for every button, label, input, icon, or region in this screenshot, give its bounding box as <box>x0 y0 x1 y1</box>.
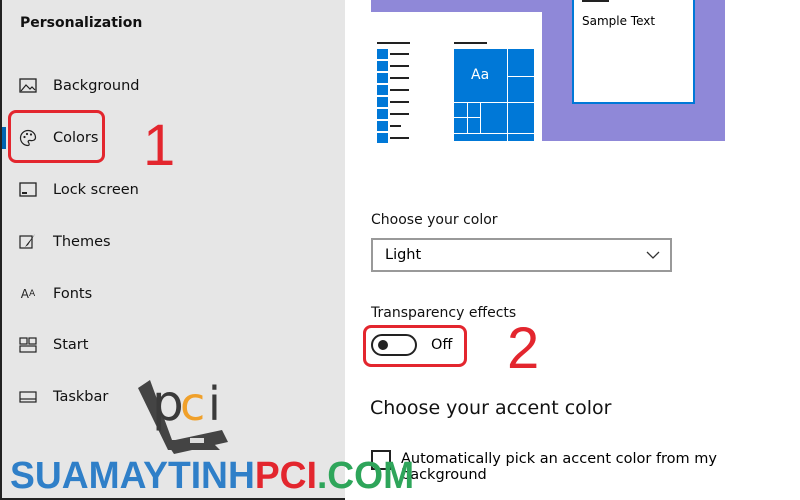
highlight-colors <box>8 110 105 163</box>
transparency-label: Transparency effects <box>371 305 517 321</box>
preview-list-line <box>390 101 409 103</box>
sidebar-item-label: Taskbar <box>53 389 109 405</box>
sidebar-item-fonts[interactable]: AA Fonts <box>2 274 347 314</box>
sidebar-item-start[interactable]: Start <box>2 325 347 365</box>
preview-list-line <box>390 65 409 67</box>
preview-list-line <box>390 77 409 79</box>
sidebar-item-label: Fonts <box>53 286 93 302</box>
watermark-part: .COM <box>316 455 415 497</box>
dropdown-value: Light <box>385 247 422 263</box>
preview-list-tile <box>377 49 388 59</box>
preview-list-tile <box>377 133 388 143</box>
start-icon <box>19 336 37 354</box>
watermark: SUAMAYTINHPCI.COM <box>10 455 414 498</box>
svg-text:i: i <box>208 377 221 431</box>
picture-icon <box>19 77 37 95</box>
sidebar-title: Personalization <box>20 15 143 31</box>
lock-screen-icon <box>19 181 37 199</box>
preview-list-tile <box>377 73 388 83</box>
watermark-part: SUAMAYTINH <box>10 455 255 497</box>
step-number-1: 1 <box>143 113 176 178</box>
sidebar-item-background[interactable]: Background <box>2 66 347 106</box>
preview-list-line <box>390 125 401 127</box>
sidebar-item-themes[interactable]: Themes <box>2 222 347 262</box>
brush-icon <box>19 233 37 251</box>
preview-list-line <box>390 137 409 139</box>
preview-list-tile <box>377 109 388 119</box>
auto-pick-label: Automatically pick an accent color from … <box>401 451 717 483</box>
sidebar-item-label: Themes <box>53 234 111 250</box>
sidebar-item-label: Start <box>53 337 89 353</box>
sidebar-item-label: Background <box>53 78 140 94</box>
tile-text: Aa <box>471 67 490 83</box>
preview-list-tile <box>377 85 388 95</box>
pci-logo: p c i <box>130 370 230 459</box>
watermark-part: PCI <box>254 455 317 497</box>
preview-window: Sample Text <box>572 0 695 104</box>
sidebar: Personalization Background Colors Lock s… <box>0 0 345 500</box>
preview-list-line <box>390 89 409 91</box>
svg-text:c: c <box>180 377 205 431</box>
highlight-transparency <box>363 325 467 367</box>
fonts-icon: AA <box>20 287 36 301</box>
preview-list-line <box>390 113 409 115</box>
preview-list-tile <box>377 97 388 107</box>
choose-color-dropdown[interactable]: Light <box>371 238 672 272</box>
accent-heading: Choose your accent color <box>370 397 612 419</box>
chevron-down-icon <box>646 248 660 264</box>
svg-text:p: p <box>152 374 184 432</box>
preview-list-line <box>390 53 409 55</box>
sample-text: Sample Text <box>582 14 656 28</box>
preview-tiles: Aa <box>454 49 534 141</box>
choose-color-label: Choose your color <box>371 212 498 228</box>
preview-start-menu: Aa <box>371 12 542 143</box>
theme-preview: Aa Sample Text <box>371 0 725 143</box>
preview-list-tile <box>377 61 388 71</box>
sidebar-item-label: Lock screen <box>53 182 139 198</box>
preview-list-tile <box>377 121 388 131</box>
taskbar-icon <box>19 388 37 406</box>
step-number-2: 2 <box>507 316 540 381</box>
